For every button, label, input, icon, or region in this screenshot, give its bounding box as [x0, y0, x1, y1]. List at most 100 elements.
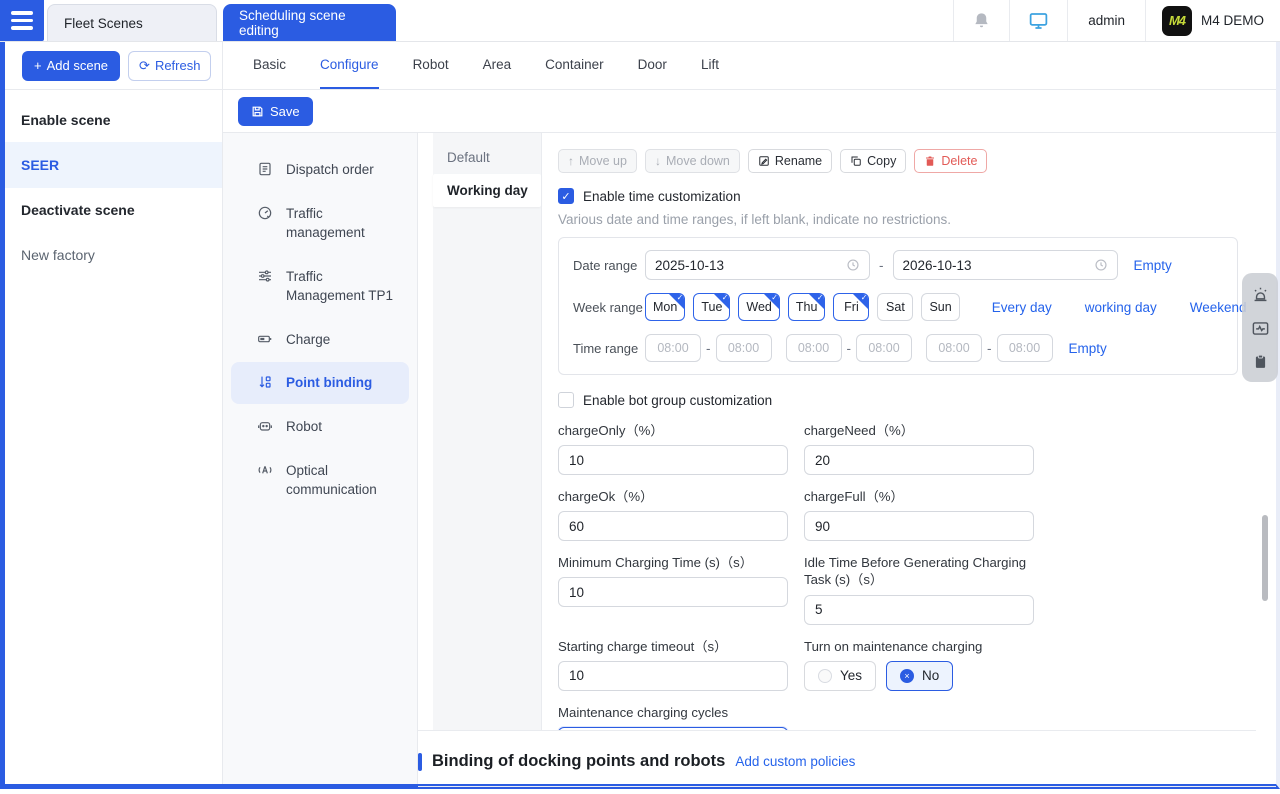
- tab-basic[interactable]: Basic: [253, 42, 286, 89]
- time-input[interactable]: [786, 334, 842, 362]
- time-input[interactable]: [926, 334, 982, 362]
- menu-item-point-binding[interactable]: Point binding: [231, 362, 409, 404]
- binding-section-body: [418, 786, 1276, 787]
- idle-time-input[interactable]: [804, 595, 1034, 625]
- working-day-link[interactable]: working day: [1085, 300, 1157, 315]
- time-pair-3: -: [926, 334, 1053, 362]
- refresh-button[interactable]: ⟳ Refresh: [128, 51, 211, 81]
- scene-sidebar: + Add scene ⟳ Refresh Enable scene SEER …: [5, 42, 223, 784]
- menu-item-dispatch-order[interactable]: Dispatch order: [231, 149, 409, 191]
- add-custom-policies-link[interactable]: Add custom policies: [735, 754, 855, 769]
- starting-charge-timeout-input[interactable]: [558, 661, 788, 691]
- delete-button[interactable]: Delete: [914, 149, 987, 173]
- field-starting-charge-timeout: Starting charge timeout（s）: [558, 638, 788, 691]
- tab-lift[interactable]: Lift: [701, 42, 719, 89]
- edit-icon: [758, 155, 770, 167]
- workspace-tabs: Fleet Scenes Scheduling scene editing: [47, 0, 396, 41]
- day-chip-sat[interactable]: Sat: [877, 293, 913, 321]
- clock-icon: [846, 258, 860, 272]
- monitor-button[interactable]: [1009, 0, 1067, 41]
- field-maintenance-charging: Turn on maintenance charging Yes ×: [804, 638, 1034, 691]
- menu-item-robot[interactable]: Robot: [231, 406, 409, 448]
- every-day-link[interactable]: Every day: [992, 300, 1052, 315]
- scene-item-new-factory[interactable]: New factory: [5, 232, 222, 278]
- time-input[interactable]: [997, 334, 1053, 362]
- save-button[interactable]: Save: [238, 97, 313, 126]
- charge-need-input[interactable]: [804, 445, 1034, 475]
- date-end-input[interactable]: [893, 250, 1118, 280]
- tab-area[interactable]: Area: [483, 42, 512, 89]
- brand: M4 M4 DEMO: [1145, 0, 1280, 41]
- move-down-button[interactable]: ↓ Move down: [645, 149, 740, 173]
- time-input[interactable]: [856, 334, 912, 362]
- profile-tab-working-day[interactable]: Working day: [433, 174, 541, 207]
- weekend-link[interactable]: Weekend: [1190, 300, 1247, 315]
- arrow-up-icon: ↑: [568, 154, 574, 168]
- tab-door[interactable]: Door: [638, 42, 667, 89]
- hamburger-menu-icon[interactable]: [0, 0, 44, 41]
- menu-item-charge[interactable]: Charge: [231, 319, 409, 361]
- charge-only-input[interactable]: [558, 445, 788, 475]
- day-chip-thu[interactable]: Thu: [788, 293, 826, 321]
- time-pair-2: -: [786, 334, 913, 362]
- app-frame: + Add scene ⟳ Refresh Enable scene SEER …: [0, 42, 1280, 789]
- day-chip-tue[interactable]: Tue: [693, 293, 730, 321]
- profile-editor: ↑ Move up ↓ Move down Rename: [541, 133, 1256, 730]
- day-chip-wed[interactable]: Wed: [738, 293, 779, 321]
- enable-bot-group-customization[interactable]: Enable bot group customization: [558, 392, 1240, 408]
- robot-icon: [257, 417, 273, 434]
- bell-icon: [972, 11, 991, 30]
- notifications-button[interactable]: [953, 0, 1009, 41]
- charge-full-input[interactable]: [804, 511, 1034, 541]
- monitor-chart-icon[interactable]: [1251, 319, 1270, 338]
- field-maintenance-cycles: Maintenance charging cycles: [558, 704, 788, 730]
- copy-button[interactable]: Copy: [840, 149, 906, 173]
- time-range-row: Time range - -: [573, 334, 1223, 362]
- radio-no[interactable]: × No: [886, 661, 953, 691]
- field-charge-need: chargeNeed（%）: [804, 422, 1034, 475]
- scrollbar-thumb[interactable]: [1262, 515, 1268, 601]
- date-empty-link[interactable]: Empty: [1134, 258, 1172, 273]
- refresh-icon: ⟳: [139, 58, 150, 74]
- day-chip-sun[interactable]: Sun: [921, 293, 959, 321]
- radio-yes[interactable]: Yes: [804, 661, 876, 691]
- tab-scheduling-scene-editing[interactable]: Scheduling scene editing: [223, 4, 396, 41]
- scene-actions: + Add scene ⟳ Refresh: [5, 42, 222, 90]
- antenna-icon: [257, 461, 273, 478]
- menu-item-traffic-management[interactable]: Traffic management: [231, 193, 409, 254]
- tab-fleet-scenes[interactable]: Fleet Scenes: [47, 4, 217, 41]
- checkbox-checked-icon: ✓: [558, 188, 574, 204]
- profile-tab-default[interactable]: Default: [433, 141, 541, 174]
- rename-button[interactable]: Rename: [748, 149, 832, 173]
- add-scene-button[interactable]: + Add scene: [22, 51, 120, 81]
- charge-ok-input[interactable]: [558, 511, 788, 541]
- time-empty-link[interactable]: Empty: [1069, 341, 1107, 356]
- time-input[interactable]: [716, 334, 772, 362]
- profile-actions: ↑ Move up ↓ Move down Rename: [558, 149, 1240, 173]
- clipboard-icon[interactable]: [1252, 353, 1269, 370]
- scene-list: Enable scene SEER Deactivate scene New f…: [5, 90, 222, 278]
- module-menu: Dispatch order Traffic management Traffi…: [223, 133, 418, 784]
- monitor-icon: [1028, 10, 1049, 31]
- date-range-row: Date range - Empty: [573, 250, 1223, 280]
- scene-item-seer[interactable]: SEER: [5, 142, 222, 188]
- menu-item-optical-communication[interactable]: Optical communication: [231, 450, 409, 511]
- user-menu[interactable]: admin: [1067, 0, 1145, 41]
- tab-robot[interactable]: Robot: [413, 42, 449, 89]
- day-chip-mon[interactable]: Mon: [645, 293, 685, 321]
- move-up-button[interactable]: ↑ Move up: [558, 149, 637, 173]
- min-charging-time-input[interactable]: [558, 577, 788, 607]
- sliders-icon: [257, 267, 273, 284]
- time-input[interactable]: [645, 334, 701, 362]
- day-chip-fri[interactable]: Fri: [833, 293, 869, 321]
- date-start-input[interactable]: [645, 250, 870, 280]
- time-pair-1: -: [645, 334, 772, 362]
- tab-container[interactable]: Container: [545, 42, 604, 89]
- tab-configure[interactable]: Configure: [320, 42, 379, 89]
- topbar: Fleet Scenes Scheduling scene editing ad…: [0, 0, 1280, 42]
- menu-item-traffic-management-tp1[interactable]: Traffic Management TP1: [231, 256, 409, 317]
- profile-tabs: Default Working day: [433, 133, 541, 730]
- alarm-siren-icon[interactable]: [1251, 285, 1270, 304]
- enable-time-customization[interactable]: ✓ Enable time customization: [558, 188, 1240, 204]
- maintenance-cycles-input[interactable]: [558, 727, 788, 730]
